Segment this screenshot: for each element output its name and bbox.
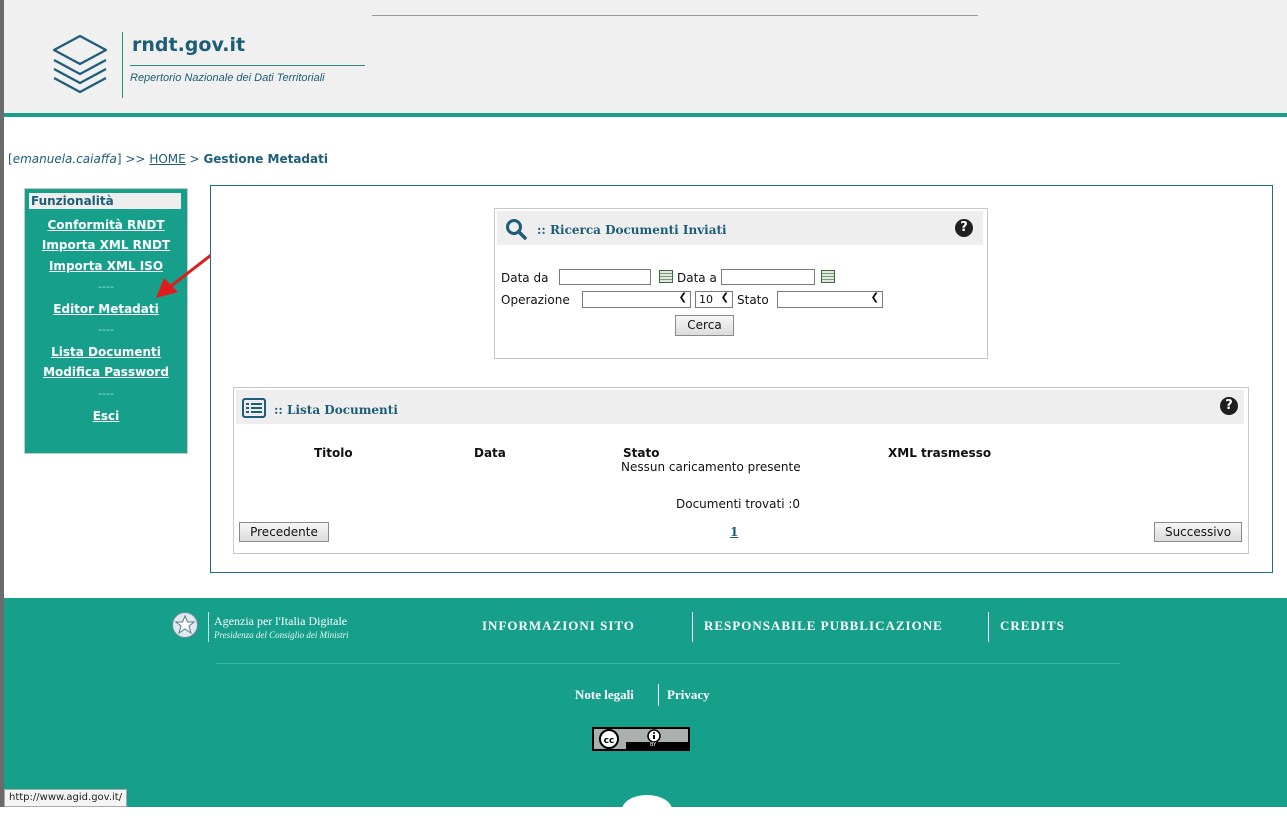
documents-found-count: Documenti trovati :0 <box>676 497 801 511</box>
search-panel-title: :: Ricerca Documenti Inviati <box>537 223 727 237</box>
document-list-panel: :: Lista Documenti ? Titolo Data Stato X… <box>233 387 1249 554</box>
sidebar-item-modifica-password[interactable]: Modifica Password <box>25 365 187 379</box>
breadcrumb-separator: > <box>189 152 200 166</box>
footer-link-credits[interactable]: CREDITS <box>1000 618 1065 634</box>
search-panel-header: :: Ricerca Documenti Inviati ? <box>497 211 983 245</box>
breadcrumb-separator: >> <box>125 152 146 166</box>
footer-link-separator <box>988 612 989 642</box>
page-size-value: 10 <box>699 293 713 306</box>
date-to-label: Data a <box>677 271 717 285</box>
footer-link-note-legali[interactable]: Note legali <box>575 687 634 703</box>
cc-icon: cc <box>594 729 688 749</box>
date-from-input[interactable] <box>559 269 651 285</box>
creative-commons-badge[interactable]: cc BY <box>592 727 690 751</box>
sidebar-item-editor-metadati[interactable]: Editor Metadati <box>25 302 187 316</box>
search-button[interactable]: Cerca <box>675 315 734 336</box>
state-select[interactable]: ❮ <box>777 291 883 308</box>
footer-org-divider <box>208 612 209 642</box>
layers-logo-icon <box>52 34 108 94</box>
page-size-select[interactable]: 10 ❮ <box>695 291 733 308</box>
list-panel-title: :: Lista Documenti <box>274 403 398 417</box>
footer-org-subtitle: Presidenza del Consiglio dei Ministri <box>214 630 349 640</box>
operation-label: Operazione <box>501 293 570 307</box>
next-page-button[interactable]: Successivo <box>1154 522 1242 542</box>
chevron-down-icon: ❮ <box>720 292 729 303</box>
list-panel-header: :: Lista Documenti ? <box>236 390 1244 424</box>
footer-link-responsabile-pubblicazione[interactable]: RESPONSABILE PUBBLICAZIONE <box>704 618 943 634</box>
sidebar-item-lista-documenti[interactable]: Lista Documenti <box>25 345 187 359</box>
sidebar-heading: Funzionalità <box>29 193 181 209</box>
chevron-down-icon: ❮ <box>678 292 687 303</box>
footer-link-separator <box>658 684 659 706</box>
logo-underline <box>130 65 365 66</box>
status-bar-url: http://www.agid.gov.it/ <box>4 789 128 807</box>
logo-title: rndt.gov.it <box>132 34 246 56</box>
sidebar-item-esci[interactable]: Esci <box>25 409 187 423</box>
column-header-titolo[interactable]: Titolo <box>314 446 353 460</box>
footer-link-informazioni-sito[interactable]: INFORMAZIONI SITO <box>482 618 635 634</box>
help-icon[interactable]: ? <box>1220 397 1238 415</box>
breadcrumb-home-link[interactable]: HOME <box>149 152 185 166</box>
date-to-input[interactable] <box>721 269 815 285</box>
footer-divider <box>216 663 1120 664</box>
logo-divider <box>122 32 123 98</box>
page-link[interactable]: 1 <box>730 525 738 539</box>
empty-list-message: Nessun caricamento presente <box>621 460 801 474</box>
logo-subtitle: Repertorio Nazionale dei Dati Territoria… <box>130 72 325 84</box>
site-logo[interactable]: rndt.gov.it Repertorio Nazionale dei Dat… <box>30 20 370 105</box>
footer-link-separator <box>692 612 693 642</box>
search-icon <box>506 219 527 240</box>
help-icon[interactable]: ? <box>955 219 973 237</box>
operation-select[interactable]: ❮ <box>582 291 691 308</box>
search-panel: :: Ricerca Documenti Inviati ? Data da D… <box>494 208 988 359</box>
column-header-xml-trasmesso[interactable]: XML trasmesso <box>888 446 991 460</box>
calendar-icon[interactable] <box>821 270 835 283</box>
breadcrumb-user: emanuela.caiaffa <box>12 152 117 166</box>
column-header-data[interactable]: Data <box>474 446 506 460</box>
header-top-rule <box>372 15 978 16</box>
cc-by-label: BY <box>650 742 657 748</box>
chevron-down-icon: ❮ <box>870 292 879 303</box>
footer-org-name[interactable]: Agenzia per l'Italia Digitale <box>214 614 347 629</box>
republic-emblem-icon <box>172 612 198 638</box>
date-from-label: Data da <box>501 271 549 285</box>
svg-text:cc: cc <box>604 736 615 746</box>
previous-page-button[interactable]: Precedente <box>239 522 329 542</box>
sidebar-separator: ---- <box>98 387 114 400</box>
scroll-to-top-button[interactable] <box>622 795 672 825</box>
sidebar-separator: ---- <box>98 323 114 336</box>
column-header-stato[interactable]: Stato <box>623 446 659 460</box>
footer-link-privacy[interactable]: Privacy <box>667 687 710 703</box>
header-accent-bar <box>4 113 1287 117</box>
calendar-icon[interactable] <box>659 270 673 283</box>
list-icon <box>242 398 266 418</box>
breadcrumb-current: Gestione Metadati <box>203 152 328 166</box>
state-label: Stato <box>737 293 769 307</box>
breadcrumb: [emanuela.caiaffa] >> HOME > Gestione Me… <box>8 152 328 166</box>
